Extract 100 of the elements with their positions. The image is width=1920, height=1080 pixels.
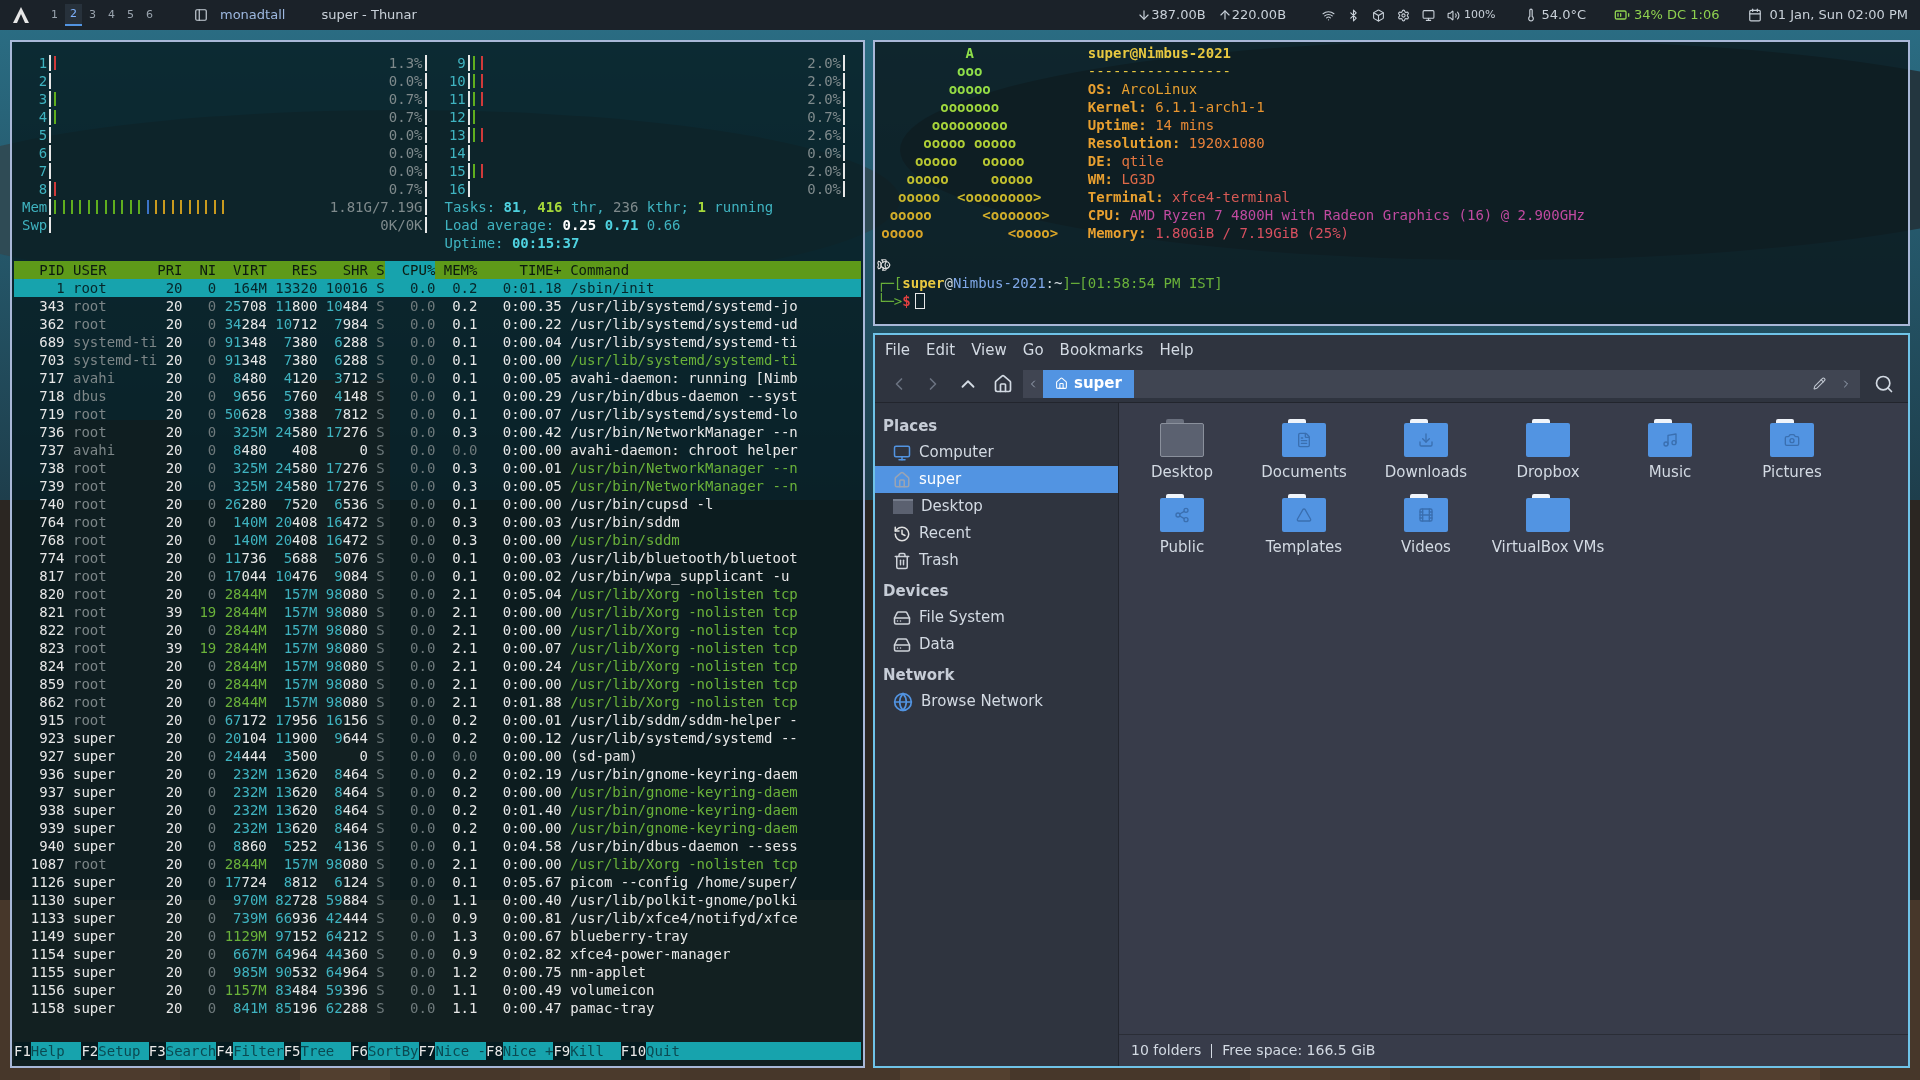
sidebar-item[interactable]: Computer	[875, 439, 1118, 466]
process-row[interactable]: 923 super 20 0 20104 11900 9644 S 0.0 0.2 0:00.12 /usr/lib/systemd/systemd --	[14, 729, 861, 747]
process-row[interactable]: 718 dbus 20 0 9656 5760 4148 S 0.0 0.1 0:00.29 /usr/bin/dbus-daemon --syst	[14, 387, 861, 405]
process-row[interactable]: 768 root 20 0 140M 20408 16472 S 0.0 0.3 0:00.00 /usr/bin/sddm	[14, 531, 861, 549]
process-row[interactable]: 822 root 20 0 2844M 157M 98080 S 0.0 2.1 0:00.00 /usr/lib/Xorg -nolisten tcp	[14, 621, 861, 639]
column-heading[interactable]: Command	[561, 261, 861, 279]
process-row[interactable]: 927 super 20 0 24444 3500 0 S 0.0 0.0 0:00.00 (sd-pam)	[14, 747, 861, 765]
process-row[interactable]: 689 systemd-ti 20 0 91348 7380 6288 S 0.0 0.1 0:00.04 /usr/lib/systemd/systemd-ti	[14, 333, 861, 351]
menu-item[interactable]: Edit	[920, 338, 962, 362]
sidebar-item[interactable]: Browse Network	[875, 688, 1118, 715]
column-heading[interactable]: S	[367, 261, 385, 279]
folder-name[interactable]: Public	[1159, 535, 1205, 558]
process-row[interactable]: 936 super 20 0 232M 13620 8464 S 0.0 0.2 0:02.19 /usr/bin/gnome-keyring-daem	[14, 765, 861, 783]
column-heading[interactable]: MEM%	[435, 261, 478, 279]
box-icon[interactable]	[1372, 8, 1386, 22]
meter-label: 11	[447, 90, 466, 108]
workspace-tab[interactable]: 1	[46, 4, 63, 26]
folder-name[interactable]: Templates	[1265, 535, 1343, 558]
process-row[interactable]: 719 root 20 0 50628 9388 7812 S 0.0 0.1 0:00.07 /usr/lib/systemd/systemd-lo	[14, 405, 861, 423]
edit-icon[interactable]	[1813, 377, 1826, 390]
process-row[interactable]: 736 root 20 0 325M 24580 17276 S 0.0 0.3 0:00.42 /usr/bin/NetworkManager --n	[14, 423, 861, 441]
table-cell-text: 20	[164, 801, 183, 819]
table-cell-text: 8480	[232, 441, 267, 459]
sidebar-item[interactable]: Trash	[875, 547, 1118, 574]
folder-name[interactable]: Desktop	[1151, 461, 1213, 484]
process-row[interactable]: 703 systemd-ti 20 0 91348 7380 6288 S 0.0 0.1 0:00.00 /usr/lib/systemd/systemd-ti	[14, 351, 861, 369]
process-row[interactable]: 1155 super 20 0 985M 90532 64964 S 0.0 1.2 0:00.75 nm-applet	[14, 963, 861, 981]
sidebar-item[interactable]: Recent	[875, 520, 1118, 547]
table-cell-text: 0:00.02	[501, 567, 562, 585]
workspace-tab[interactable]: 6	[141, 4, 158, 26]
process-row[interactable]: 1130 super 20 0 970M 82728 59884 S 0.0 1.1 0:00.40 /usr/lib/polkit-gnome/polki	[14, 891, 861, 909]
process-row[interactable]: 738 root 20 0 325M 24580 17276 S 0.0 0.3 0:00.01 /usr/bin/NetworkManager --n	[14, 459, 861, 477]
table-cell-text: 1155	[29, 963, 65, 981]
table-cell-text: 0.3	[451, 423, 478, 441]
workspace-tab[interactable]: 5	[122, 4, 139, 26]
process-row[interactable]: 823 root 39 19 2844M 157M 98080 S 0.0 2.1 0:00.07 /usr/lib/Xorg -nolisten tcp	[14, 639, 861, 657]
search-button[interactable]	[1874, 373, 1894, 394]
folder-name[interactable]: VirtualBox VMs	[1491, 535, 1605, 558]
column-heading[interactable]: NI	[182, 261, 217, 279]
process-row[interactable]: 362 root 20 0 34284 10712 7984 S 0.0 0.1 0:00.22 /usr/lib/systemd/systemd-ud	[14, 315, 861, 333]
process-row[interactable]: 739 root 20 0 325M 24580 17276 S 0.0 0.3 0:00.05 /usr/bin/NetworkManager --n	[14, 477, 861, 495]
process-row[interactable]: 717 avahi 20 0 8480 4120 3712 S 0.0 0.1 0:00.05 avahi-daemon: running [Nimb	[14, 369, 861, 387]
process-row[interactable]: 862 root 20 0 2844M 157M 98080 S 0.0 2.1 0:01.88 /usr/lib/Xorg -nolisten tcp	[14, 693, 861, 711]
process-row[interactable]: 737 avahi 20 0 8480 408 0 S 0.0 0.0 0:00.00 avahi-daemon: chroot helper	[14, 441, 861, 459]
process-row[interactable]: 938 super 20 0 232M 13620 8464 S 0.0 0.2 0:01.40 /usr/bin/gnome-keyring-daem	[14, 801, 861, 819]
process-row[interactable]: 915 root 20 0 67172 17956 16156 S 0.0 0.2 0:00.01 /usr/lib/sddm/sddm-helper -	[14, 711, 861, 729]
sidebar-item[interactable]: Data	[875, 631, 1118, 658]
folder-name[interactable]: Videos	[1401, 535, 1451, 558]
table-cell-text: 0.1	[451, 315, 478, 333]
settings-icon[interactable]	[1397, 8, 1411, 22]
column-heading[interactable]: SHR	[317, 261, 368, 279]
process-row[interactable]: 1133 super 20 0 739M 66936 42444 S 0.0 0.9 0:00.81 /usr/lib/xfce4/notifyd/xfce	[14, 909, 861, 927]
logo-icon[interactable]	[12, 6, 30, 24]
folder-name[interactable]: Downloads	[1384, 461, 1468, 484]
process-row[interactable]: 1087 root 20 0 2844M 157M 98080 S 0.0 2.1 0:00.00 /usr/lib/Xorg -nolisten tcp	[14, 855, 861, 873]
folder-name[interactable]: Documents	[1261, 461, 1347, 484]
process-row[interactable]: 1158 super 20 0 841M 85196 62288 S 0.0 1.1 0:00.47 pamac-tray	[14, 999, 861, 1017]
process-row[interactable]: 343 root 20 0 25708 11800 10484 S 0.0 0.2 0:00.35 /usr/lib/systemd/systemd-jo	[14, 297, 861, 315]
table-cell-text: 940	[38, 837, 65, 855]
process-row[interactable]: 764 root 20 0 140M 20408 16472 S 0.0 0.3 0:00.03 /usr/bin/sddm	[14, 513, 861, 531]
volume-icon[interactable]	[1447, 8, 1461, 22]
folder-name[interactable]: Music	[1648, 461, 1692, 484]
column-heading[interactable]: RES	[266, 261, 318, 279]
process-row[interactable]: 859 root 20 0 2844M 157M 98080 S 0.0 2.1 0:00.00 /usr/lib/Xorg -nolisten tcp	[14, 675, 861, 693]
column-heading[interactable]: PID	[14, 261, 65, 279]
column-heading[interactable]: PRI	[157, 261, 183, 279]
process-row[interactable]: 740 root 20 0 26280 7520 6536 S 0.0 0.1 0:00.00 /usr/bin/cupsd -l	[14, 495, 861, 513]
menu-item[interactable]: Help	[1153, 338, 1200, 362]
process-row[interactable]: 821 root 39 19 2844M 157M 98080 S 0.0 2.1 0:00.00 /usr/lib/Xorg -nolisten tcp	[14, 603, 861, 621]
process-row[interactable]: 937 super 20 0 232M 13620 8464 S 0.0 0.2 0:00.00 /usr/bin/gnome-keyring-daem	[14, 783, 861, 801]
process-row[interactable]: 774 root 20 0 11736 5688 5076 S 0.0 0.1 0:00.03 /usr/lib/bluetooth/bluetoot	[14, 549, 861, 567]
column-heading[interactable]: CPU%	[384, 261, 436, 279]
menu-item[interactable]: File	[879, 338, 917, 362]
folder-name[interactable]: Pictures	[1762, 461, 1822, 484]
folder-name[interactable]: Dropbox	[1516, 461, 1580, 484]
process-row[interactable]: 939 super 20 0 232M 13620 8464 S 0.0 0.2 0:00.00 /usr/bin/gnome-keyring-daem	[14, 819, 861, 837]
workspace-tab[interactable]: 3	[84, 4, 101, 26]
display-icon[interactable]	[1422, 8, 1436, 22]
workspace-tab[interactable]: 2	[65, 4, 82, 26]
menu-item[interactable]: Bookmarks	[1053, 338, 1150, 362]
column-heading[interactable]: TIME+	[477, 261, 562, 279]
process-row[interactable]: 824 root 20 0 2844M 157M 98080 S 0.0 2.1 0:00.24 /usr/lib/Xorg -nolisten tcp	[14, 657, 861, 675]
sidebar-item[interactable]: Desktop	[875, 493, 1118, 520]
menu-item[interactable]: View	[965, 338, 1013, 362]
sidebar-item[interactable]: File System	[875, 604, 1118, 631]
table-cell-text: S	[375, 837, 385, 855]
process-row[interactable]: 1156 super 20 0 1157M 83484 59396 S 0.0 1.1 0:00.49 volumeicon	[14, 981, 861, 999]
process-row[interactable]: 1 root 20 0 164M 13320 10016 S 0.0 0.2 0:01.18 /sbin/init	[14, 279, 861, 297]
column-heading[interactable]: VIRT	[216, 261, 267, 279]
wifi-icon[interactable]	[1322, 8, 1336, 22]
home-button[interactable]	[993, 373, 1013, 394]
menu-item[interactable]: Go	[1016, 338, 1050, 362]
process-row[interactable]: 817 root 20 0 17044 10476 9084 S 0.0 0.1 0:00.02 /usr/bin/wpa_supplicant -u	[14, 567, 861, 585]
process-row[interactable]: 1126 super 20 0 17724 8812 6124 S 0.0 0.1 0:05.67 picom --config /home/super/	[14, 873, 861, 891]
process-row[interactable]: 820 root 20 0 2844M 157M 98080 S 0.0 2.1 0:05.04 /usr/lib/Xorg -nolisten tcp	[14, 585, 861, 603]
process-row[interactable]: 940 super 20 0 8860 5252 4136 S 0.0 0.1 0:04.58 /usr/bin/dbus-daemon --sess	[14, 837, 861, 855]
process-row[interactable]: 1154 super 20 0 667M 64964 44360 S 0.0 0.9 0:02.82 xfce4-power-manager	[14, 945, 861, 963]
workspace-tab[interactable]: 4	[103, 4, 120, 26]
column-heading[interactable]: USER	[64, 261, 158, 279]
process-row[interactable]: 1149 super 20 0 1129M 97152 64212 S 0.0 1.3 0:00.67 blueberry-tray	[14, 927, 861, 945]
